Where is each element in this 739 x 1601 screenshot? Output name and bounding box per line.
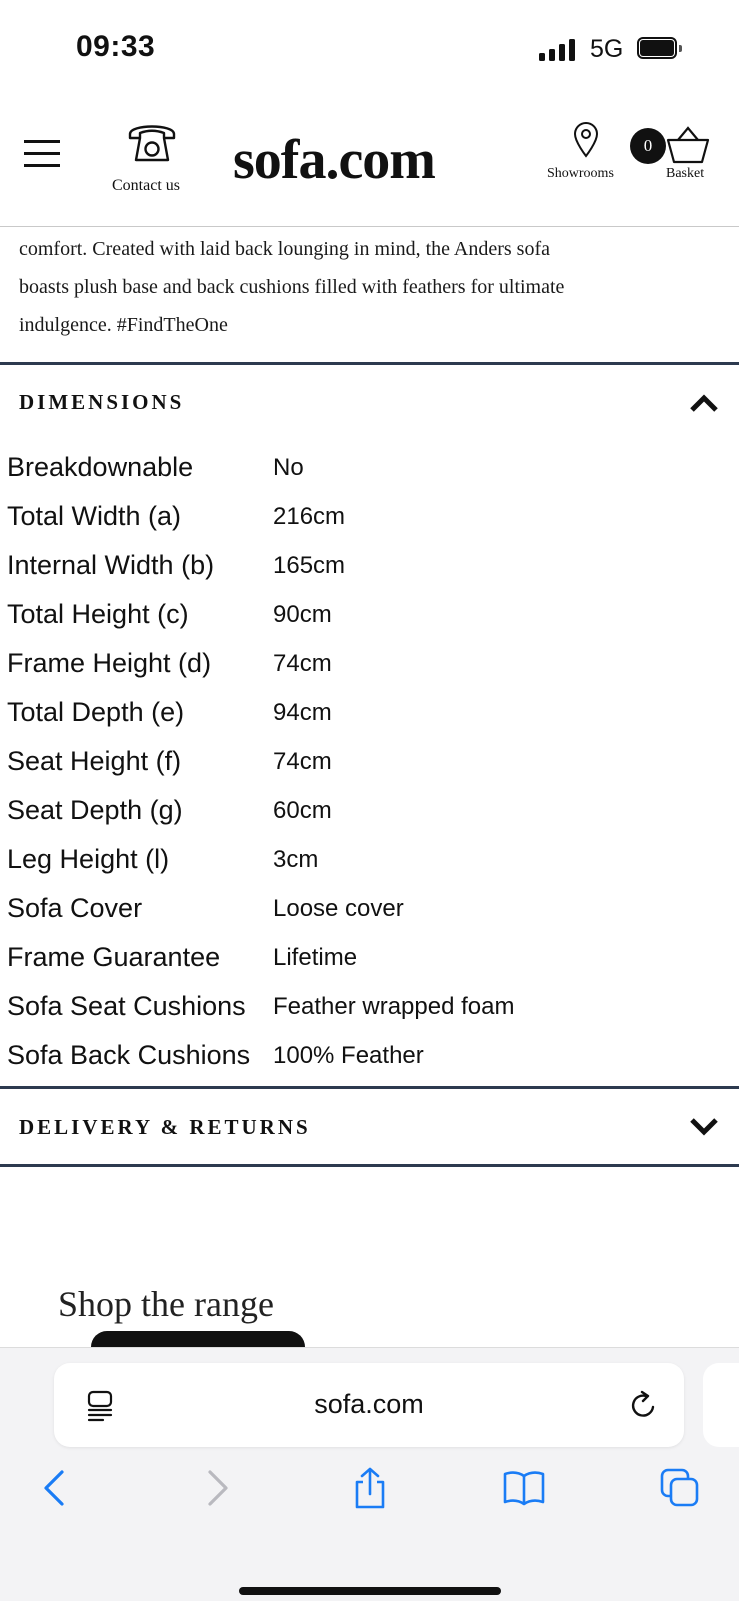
spec-value: 90cm — [273, 601, 332, 628]
site-header: Contact us sofa.com Showrooms 0 Basket — [0, 100, 739, 227]
share-icon[interactable] — [348, 1466, 392, 1510]
chevron-down-icon[interactable] — [689, 1117, 719, 1137]
spec-value: 100% Feather — [273, 1042, 424, 1069]
spec-label: Total Width (a) — [7, 501, 182, 531]
spec-label: Breakdownable — [7, 452, 194, 482]
spec-label: Sofa Seat Cushions — [7, 991, 246, 1021]
spec-label: Internal Width (b) — [7, 550, 215, 580]
table-row: Sofa Back Cushions 100% Feather — [0, 1040, 739, 1089]
reload-icon[interactable] — [628, 1389, 660, 1421]
location-pin-icon[interactable] — [572, 122, 600, 158]
address-bar[interactable]: sofa.com — [54, 1363, 684, 1447]
description-line: comfort. Created with laid back lounging… — [19, 238, 550, 260]
network-type: 5G — [590, 35, 624, 63]
contact-us-link[interactable]: Contact us — [112, 177, 180, 195]
home-indicator[interactable] — [239, 1587, 501, 1595]
basket-link[interactable]: Basket — [666, 166, 704, 182]
table-row: Sofa Seat Cushions Feather wrapped foam — [0, 991, 739, 1040]
telephone-icon[interactable] — [126, 120, 178, 164]
table-row: Frame Height (d) 74cm — [0, 648, 739, 697]
back-icon[interactable] — [34, 1466, 78, 1510]
next-tab-preview[interactable] — [703, 1363, 739, 1447]
basket-icon[interactable] — [664, 124, 712, 164]
forward-icon[interactable] — [194, 1466, 238, 1510]
spec-value: No — [273, 454, 304, 481]
table-row: Seat Height (f) 74cm — [0, 746, 739, 795]
table-row: Breakdownable No — [0, 452, 739, 501]
spec-label: Seat Depth (g) — [7, 795, 183, 825]
spec-label: Frame Height (d) — [7, 648, 212, 678]
table-row: Leg Height (l) 3cm — [0, 844, 739, 893]
site-logo[interactable]: sofa.com — [233, 128, 436, 192]
table-row: Frame Guarantee Lifetime — [0, 942, 739, 991]
battery-icon — [637, 37, 683, 61]
product-description: comfort. Created with laid back lounging… — [19, 230, 709, 344]
divider — [0, 362, 739, 365]
basket-count-badge[interactable]: 0 — [630, 128, 666, 164]
spec-value: Loose cover — [273, 895, 404, 922]
divider — [0, 1086, 739, 1089]
delivery-title: DELIVERY & RETURNS — [19, 1115, 311, 1139]
table-row: Total Width (a) 216cm — [0, 501, 739, 550]
spec-value: 3cm — [273, 846, 319, 873]
table-row: Total Depth (e) 94cm — [0, 697, 739, 746]
table-row: Sofa Cover Loose cover — [0, 893, 739, 942]
spec-value: Feather wrapped foam — [273, 993, 515, 1020]
spec-value: 94cm — [273, 699, 332, 726]
description-line: indulgence. #FindTheOne — [19, 314, 228, 336]
table-row: Internal Width (b) 165cm — [0, 550, 739, 599]
signal-icon — [539, 39, 579, 61]
spec-value: Lifetime — [273, 944, 358, 971]
table-row: Total Height (c) 90cm — [0, 599, 739, 648]
bookmarks-icon[interactable] — [502, 1466, 546, 1510]
status-time: 09:33 — [76, 30, 156, 63]
spec-label: Total Depth (e) — [7, 697, 185, 727]
spec-label: Total Height (c) — [7, 599, 189, 629]
showrooms-link[interactable]: Showrooms — [547, 166, 614, 182]
status-bar: 09:33 5G — [0, 0, 739, 100]
dimensions-title: DIMENSIONS — [19, 390, 185, 414]
spec-value: 216cm — [273, 503, 346, 530]
spec-label: Sofa Cover — [7, 893, 143, 923]
spec-label: Seat Height (f) — [7, 746, 182, 776]
spec-label: Sofa Back Cushions — [7, 1040, 251, 1070]
spec-value: 60cm — [273, 797, 332, 824]
spec-value: 165cm — [273, 552, 346, 579]
url-text[interactable]: sofa.com — [54, 1389, 684, 1420]
divider — [0, 1164, 739, 1167]
browser-toolbar: sofa.com — [0, 1347, 739, 1601]
spec-value: 74cm — [273, 650, 332, 677]
spec-label: Leg Height (l) — [7, 844, 170, 874]
chevron-up-icon[interactable] — [689, 393, 719, 413]
shop-range-heading: Shop the range — [58, 1284, 274, 1324]
spec-value: 74cm — [273, 748, 332, 775]
spec-label: Frame Guarantee — [7, 942, 221, 972]
table-row: Seat Depth (g) 60cm — [0, 795, 739, 844]
description-line: boasts plush base and back cushions fill… — [19, 276, 565, 298]
tabs-icon[interactable] — [658, 1466, 702, 1510]
menu-icon[interactable] — [24, 140, 60, 168]
